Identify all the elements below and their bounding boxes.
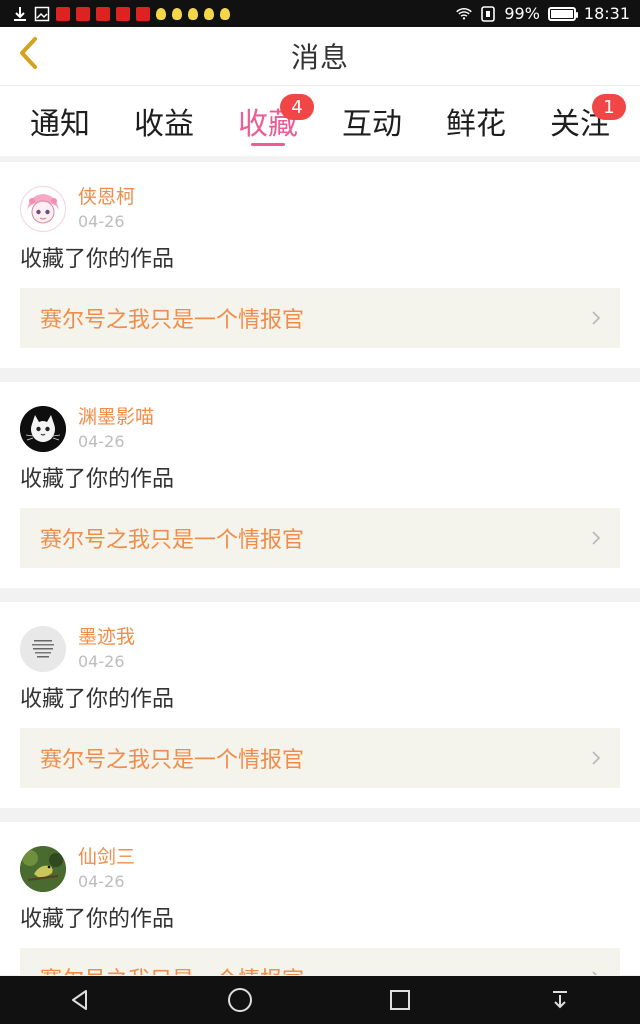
wifi-icon [456, 6, 473, 22]
battery-percent: 99% [504, 4, 540, 23]
card-header: 渊墨影喵 04-26 [20, 382, 620, 456]
date: 04-26 [78, 872, 125, 891]
tab-flowers[interactable]: 鲜花 [424, 86, 528, 156]
download-icon [12, 6, 28, 22]
date: 04-26 [78, 652, 125, 671]
tab-follow[interactable]: 关注 1 [528, 86, 632, 156]
tab-notification[interactable]: 通知 [8, 86, 112, 156]
page-title: 消息 [290, 41, 349, 74]
work-link[interactable]: 赛尔号之我只是一个情报官 [20, 728, 620, 788]
work-title: 赛尔号之我只是一个情报官 [40, 748, 305, 773]
tab-label: 鲜花 [446, 107, 506, 142]
card-header: 仙剑三 04-26 [20, 822, 620, 896]
system-nav-bar [0, 976, 640, 1024]
circle-home-icon [228, 988, 252, 1012]
card-header: 墨迹我 04-26 [20, 602, 620, 676]
card-header: 侠恩柯 04-26 [20, 162, 620, 236]
back-button[interactable] [10, 37, 46, 73]
triangle-back-icon [72, 990, 87, 1010]
action-text: 收藏了你的作品 [20, 687, 175, 712]
user-meta: 侠恩柯 04-26 [78, 185, 135, 233]
image-icon [34, 6, 50, 22]
message-card: 侠恩柯 04-26 收藏了你的作品 赛尔号之我只是一个情报官 [0, 162, 640, 368]
card-padding [20, 568, 620, 588]
bulb-icon [188, 7, 198, 20]
message-card: 墨迹我 04-26 收藏了你的作品 赛尔号之我只是一个情报官 [0, 602, 640, 808]
avatar[interactable] [20, 186, 66, 232]
message-card: 渊墨影喵 04-26 收藏了你的作品 赛尔号之我只是一个情报官 [0, 382, 640, 588]
bulb-icon [172, 7, 182, 20]
date: 04-26 [78, 432, 125, 451]
action-text: 收藏了你的作品 [20, 907, 175, 932]
card-padding [20, 348, 620, 368]
work-title: 赛尔号之我只是一个情报官 [40, 528, 305, 553]
bulb-icon [156, 7, 166, 20]
avatar[interactable] [20, 846, 66, 892]
tab-bar: 通知 收益 收藏 4 互动 鲜花 关注 1 [0, 86, 640, 156]
clock: 18:31 [583, 4, 630, 23]
tab-badge: 1 [592, 94, 626, 120]
work-title: 赛尔号之我只是一个情报官 [40, 962, 304, 975]
app-notification-icon [76, 6, 90, 21]
username[interactable]: 仙剑三 [78, 845, 135, 869]
bird-avatar-icon [20, 846, 66, 892]
tab-label: 互动 [342, 107, 402, 142]
app-notification-icon [96, 6, 110, 21]
chevron-left-icon [17, 36, 39, 74]
chevron-right-icon [588, 750, 604, 766]
chevron-right-icon [588, 970, 604, 975]
nav-recents-button[interactable] [370, 976, 430, 1024]
action-text: 收藏了你的作品 [20, 467, 175, 492]
action-text: 收藏了你的作品 [20, 247, 175, 272]
battery-icon [547, 6, 578, 21]
text-avatar-icon [20, 626, 66, 672]
tab-label: 通知 [30, 107, 90, 142]
app-notification-icon [56, 6, 70, 21]
pull-down-icon [553, 991, 567, 1009]
tab-earnings[interactable]: 收益 [112, 86, 216, 156]
message-card: 仙剑三 04-26 收藏了你的作品 赛尔号之我只是一个情报官 [0, 822, 640, 975]
tab-interaction[interactable]: 互动 [320, 86, 424, 156]
username[interactable]: 墨迹我 [78, 625, 135, 649]
date: 04-26 [78, 212, 125, 231]
card-padding [20, 788, 620, 808]
username[interactable]: 侠恩柯 [78, 185, 135, 209]
nav-home-button[interactable] [210, 976, 270, 1024]
chevron-right-icon [588, 310, 604, 326]
bulb-icon [220, 7, 230, 20]
tab-favorites[interactable]: 收藏 4 [216, 86, 320, 156]
bulb-icon [204, 7, 214, 20]
chevron-right-icon [588, 530, 604, 546]
username[interactable]: 渊墨影喵 [78, 405, 154, 429]
status-bar: 99% 18:31 [0, 0, 640, 27]
battery-fill [550, 9, 573, 18]
app-root: 99% 18:31 消息 通知 收益 收藏 4 互动 鲜花 关注 1 侠恩柯 0… [0, 0, 640, 1024]
tab-label: 收益 [134, 107, 194, 142]
top-header: 消息 [0, 27, 640, 86]
nav-back-button[interactable] [50, 976, 110, 1024]
work-link[interactable]: 赛尔号之我只是一个情报官 [20, 288, 620, 348]
status-icons-left [0, 6, 230, 22]
anime-girl-avatar-icon [21, 187, 65, 231]
square-recents-icon [390, 990, 410, 1010]
sim-icon [480, 5, 496, 22]
user-meta: 渊墨影喵 04-26 [78, 405, 154, 453]
work-title: 赛尔号之我只是一个情报官 [40, 308, 305, 333]
work-link[interactable]: 赛尔号之我只是一个情报官 [20, 508, 620, 568]
app-notification-icon [116, 6, 130, 21]
user-meta: 墨迹我 04-26 [78, 625, 135, 673]
avatar[interactable] [20, 406, 66, 452]
avatar[interactable] [20, 626, 66, 672]
message-feed[interactable]: 侠恩柯 04-26 收藏了你的作品 赛尔号之我只是一个情报官 渊墨影喵 04-2… [0, 162, 640, 975]
user-meta: 仙剑三 04-26 [78, 845, 135, 893]
work-link[interactable]: 赛尔号之我只是一个情报官 [20, 948, 620, 975]
cat-avatar-icon [20, 406, 66, 452]
app-notification-icon [136, 6, 150, 21]
tab-badge: 4 [280, 94, 314, 120]
nav-notifications-button[interactable] [530, 976, 590, 1024]
active-tab-indicator [251, 143, 285, 146]
status-icons-right: 99% 18:31 [456, 4, 640, 23]
